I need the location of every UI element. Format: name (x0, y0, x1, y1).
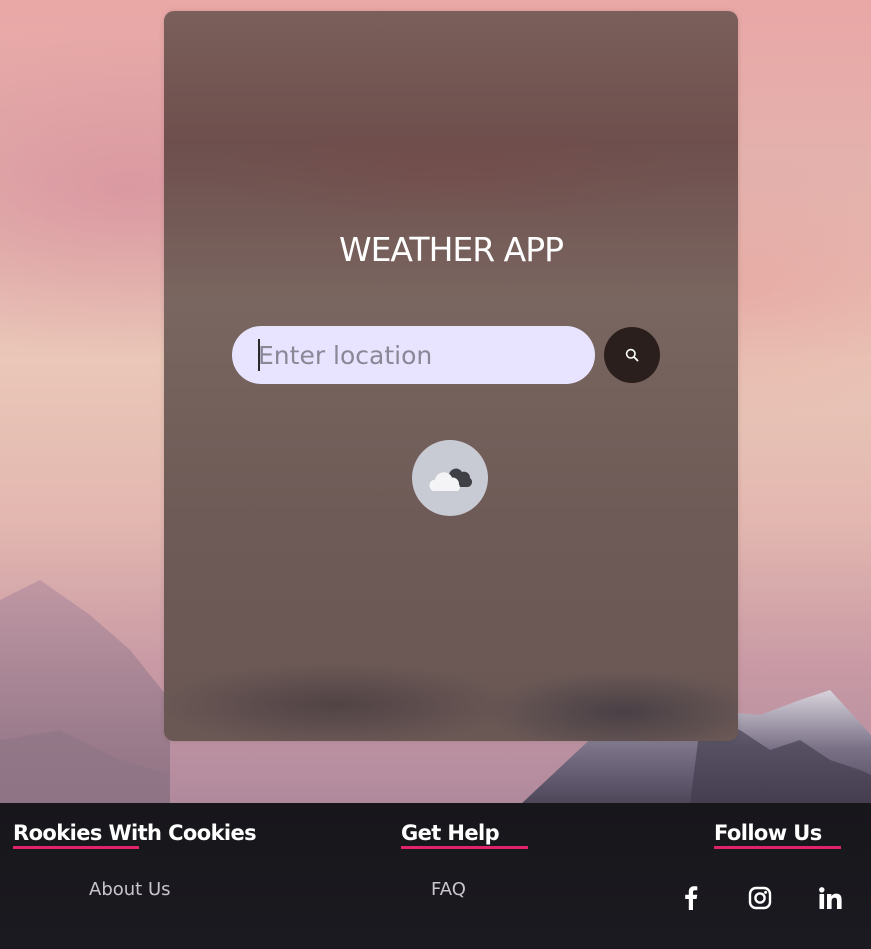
footer-heading-brand: Rookies With Cookies (13, 821, 257, 845)
weather-icon-badge (412, 440, 488, 516)
instagram-icon (748, 886, 772, 910)
location-input[interactable] (232, 326, 595, 384)
footer-heading-follow: Follow Us (714, 821, 822, 845)
footer-heading-help: Get Help (401, 821, 500, 845)
linkedin-link[interactable] (815, 883, 845, 913)
footer-underline-help (401, 846, 528, 849)
linkedin-icon (818, 887, 842, 909)
search-icon (625, 348, 639, 362)
text-caret (258, 339, 260, 371)
footer-underline-brand (13, 846, 139, 849)
weather-card: WEATHER APP (164, 11, 738, 741)
footer: Rookies With Cookies About Us Get Help F… (0, 803, 871, 949)
instagram-link[interactable] (745, 883, 775, 913)
cloud-icon (429, 468, 472, 491)
search-button[interactable] (604, 327, 660, 383)
footer-underline-follow (714, 846, 841, 849)
app-title: WEATHER APP (338, 230, 564, 269)
faq-link[interactable]: FAQ (431, 879, 466, 900)
facebook-link[interactable] (676, 883, 706, 913)
about-us-link[interactable]: About Us (89, 879, 171, 900)
facebook-icon (685, 886, 698, 910)
